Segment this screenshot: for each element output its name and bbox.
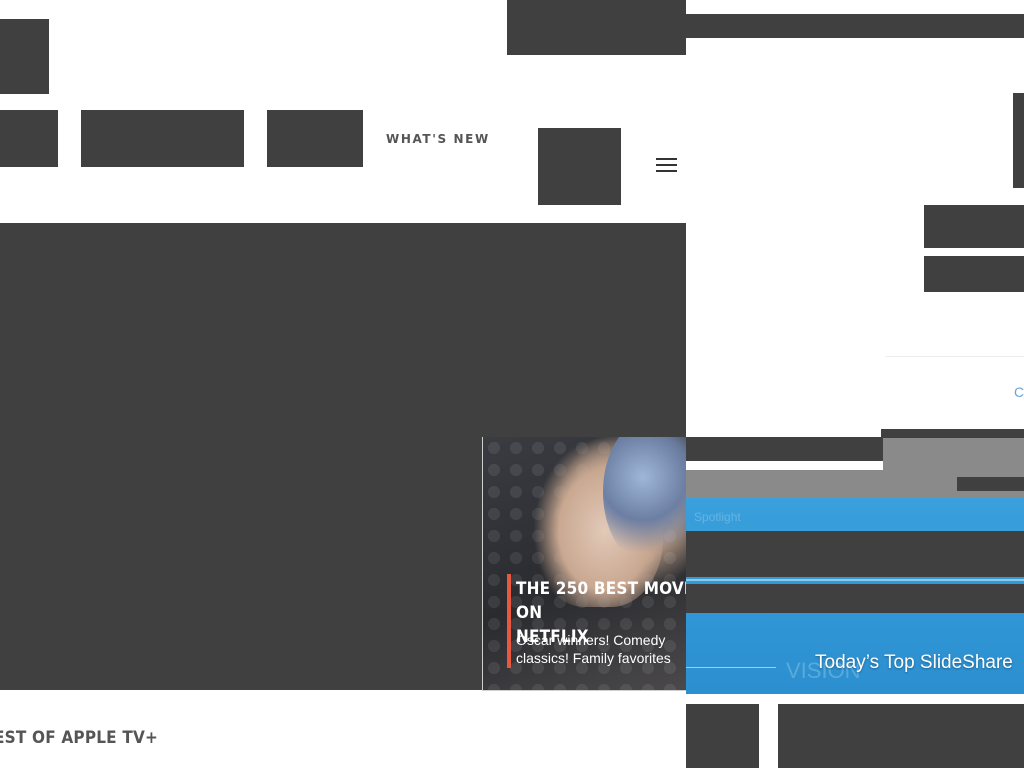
slideshare-banner[interactable]: Spotlight VISION Today’s Top SlideShare: [686, 498, 1024, 694]
feature-card-netflix-movies[interactable]: THE 250 BEST MOVIES ON NETFLIX Oscar win…: [482, 437, 686, 691]
feature-description: Oscar winners! Comedy classics! Family f…: [516, 632, 671, 666]
left-page-pane: WHAT'S NEW THE 250 BEST MOVIES ON NETFLI…: [0, 0, 686, 768]
side-element-placeholder[interactable]: [1013, 93, 1024, 188]
banner-overlay-placeholder-1: [686, 531, 1024, 577]
banner-decoration-text-1: Spotlight: [694, 510, 741, 524]
nav-whats-new-link[interactable]: WHAT'S NEW: [386, 131, 490, 147]
title-bar-placeholder: [686, 437, 883, 461]
button-placeholder-2[interactable]: [924, 256, 1024, 292]
truncated-link[interactable]: C: [1014, 384, 1024, 400]
gray-tab-block: [883, 438, 1024, 470]
feature-accent-bar: [507, 574, 511, 668]
small-bar-placeholder: [957, 477, 1024, 491]
logo-placeholder[interactable]: [0, 19, 49, 94]
header-ad-placeholder[interactable]: [507, 0, 686, 55]
tab-placeholder: [881, 429, 1024, 438]
thumbnail-placeholder-2[interactable]: [778, 704, 1024, 768]
thumbnail-placeholder-1[interactable]: [686, 704, 759, 768]
divider-line: [886, 356, 1024, 357]
section-heading-apple-tv: EST OF APPLE TV+: [0, 728, 159, 748]
nav-item-placeholder-1[interactable]: [0, 110, 58, 167]
top-bar-placeholder: [686, 14, 1024, 38]
hamburger-menu-icon[interactable]: [650, 152, 682, 178]
nav-item-placeholder-2[interactable]: [81, 110, 244, 167]
banner-overlay-placeholder-2: [686, 584, 1024, 613]
banner-rule: [686, 667, 776, 668]
button-placeholder-1[interactable]: [924, 205, 1024, 248]
user-avatar-placeholder[interactable]: [538, 128, 621, 205]
right-page-pane: C Spotlight VISION Today’s Top SlideShar…: [686, 0, 1024, 768]
banner-divider: [686, 579, 1024, 581]
banner-title[interactable]: Today’s Top SlideShare: [815, 652, 1013, 674]
nav-item-placeholder-3[interactable]: [267, 110, 363, 167]
